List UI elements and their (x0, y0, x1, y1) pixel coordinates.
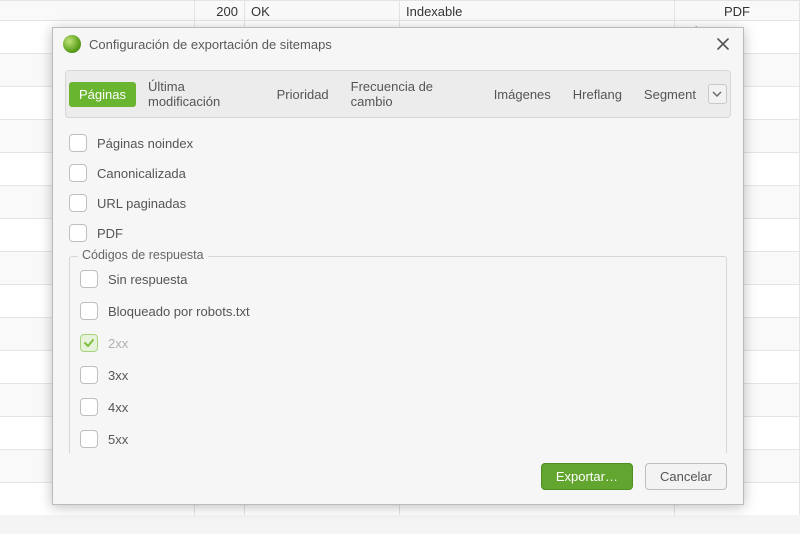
checkbox-icon (80, 366, 98, 384)
checkbox-icon (69, 224, 87, 242)
checkbox-icon (80, 334, 98, 352)
tab-imagenes[interactable]: Imágenes (484, 82, 561, 107)
dialog-button-bar: Exportar… Cancelar (53, 453, 743, 504)
dialog-titlebar: Configuración de exportación de sitemaps (53, 28, 743, 64)
check-2xx: 2xx (80, 327, 716, 359)
check-5xx[interactable]: 5xx (80, 423, 716, 453)
export-button[interactable]: Exportar… (541, 463, 633, 490)
checkbox-label: 4xx (108, 400, 128, 415)
check-paginas-noindex[interactable]: Páginas noindex (69, 128, 727, 158)
tab-hreflang[interactable]: Hreflang (563, 82, 632, 107)
bg-col-pdf: PDF (675, 1, 800, 20)
checkbox-icon (69, 194, 87, 212)
tab-overflow-button[interactable] (708, 84, 727, 104)
checkbox-label: URL paginadas (97, 196, 186, 211)
check-sin-respuesta[interactable]: Sin respuesta (80, 263, 716, 295)
checkbox-label: PDF (97, 226, 123, 241)
sitemap-export-dialog: Configuración de exportación de sitemaps… (52, 27, 744, 505)
tab-label: Última modificación (148, 79, 220, 109)
tab-segment[interactable]: Segment (634, 82, 706, 107)
tab-label: Segment (644, 87, 696, 102)
checkbox-icon (80, 302, 98, 320)
tab-prioridad[interactable]: Prioridad (267, 82, 339, 107)
checkbox-icon (69, 164, 87, 182)
tab-ultima-modificacion[interactable]: Última modificación (138, 74, 265, 114)
checkbox-icon (80, 270, 98, 288)
cancel-button[interactable]: Cancelar (645, 463, 727, 490)
tab-paginas[interactable]: Páginas (69, 82, 136, 107)
check-icon (83, 337, 95, 349)
checkbox-icon (69, 134, 87, 152)
chevron-down-icon (712, 89, 722, 99)
check-url-paginadas[interactable]: URL paginadas (69, 188, 727, 218)
checkbox-label: Bloqueado por robots.txt (108, 304, 250, 319)
button-label: Cancelar (660, 469, 712, 484)
tab-bar: Páginas Última modificación Prioridad Fr… (65, 70, 731, 118)
response-codes-fieldset: Códigos de respuesta Sin respuesta Bloqu… (69, 256, 727, 453)
checkbox-label: Canonicalizada (97, 166, 186, 181)
tab-label: Imágenes (494, 87, 551, 102)
dialog-content: Páginas noindex Canonicalizada URL pagin… (53, 118, 743, 453)
checkbox-icon (80, 430, 98, 448)
checkbox-label: Páginas noindex (97, 136, 193, 151)
bg-col-ok: OK (245, 1, 400, 20)
tab-label: Prioridad (277, 87, 329, 102)
close-icon (716, 37, 730, 51)
checkbox-icon (80, 398, 98, 416)
checkbox-label: Sin respuesta (108, 272, 188, 287)
tab-label: Frecuencia de cambio (351, 79, 433, 109)
checkbox-label: 2xx (108, 336, 128, 351)
check-robots-blocked[interactable]: Bloqueado por robots.txt (80, 295, 716, 327)
button-label: Exportar… (556, 469, 618, 484)
check-canonicalizada[interactable]: Canonicalizada (69, 158, 727, 188)
tab-frecuencia[interactable]: Frecuencia de cambio (341, 74, 482, 114)
checkbox-label: 5xx (108, 432, 128, 447)
checkbox-label: 3xx (108, 368, 128, 383)
check-pdf[interactable]: PDF (69, 218, 727, 248)
close-button[interactable] (713, 34, 733, 54)
bg-col-200: 200 (195, 1, 245, 20)
dialog-title: Configuración de exportación de sitemaps (89, 37, 705, 52)
check-4xx[interactable]: 4xx (80, 391, 716, 423)
fieldset-legend: Códigos de respuesta (78, 248, 208, 262)
tab-label: Hreflang (573, 87, 622, 102)
check-3xx[interactable]: 3xx (80, 359, 716, 391)
frog-icon (63, 35, 81, 53)
bg-col-index: Indexable (400, 1, 675, 20)
tab-label: Páginas (79, 87, 126, 102)
